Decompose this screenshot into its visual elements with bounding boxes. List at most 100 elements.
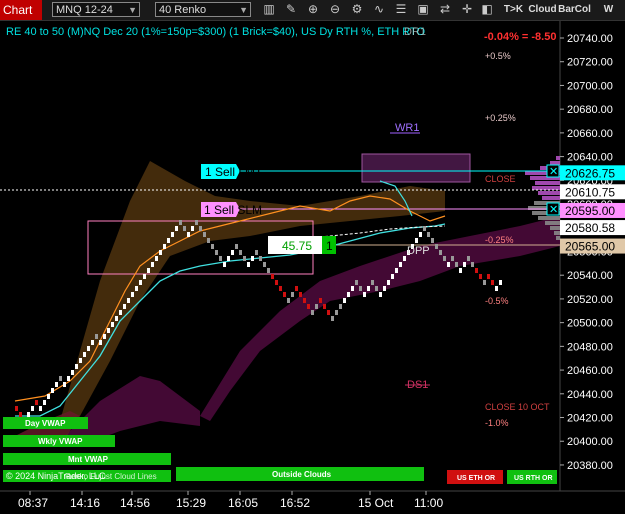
strategies-icon[interactable]: ☰ — [394, 2, 408, 17]
renko-brick — [215, 250, 218, 255]
renko-brick — [43, 400, 46, 405]
profile-bar — [550, 161, 560, 165]
renko-brick — [71, 370, 74, 375]
drawing-tools-icon[interactable]: ✎ — [284, 2, 298, 17]
bar-type-selector[interactable]: 40 Renko ▼ — [155, 2, 251, 17]
order-cancel-glyph: ✕ — [549, 204, 558, 216]
renko-brick — [163, 244, 166, 249]
renko-brick — [15, 406, 18, 411]
renko-brick — [223, 262, 226, 267]
renko-brick — [211, 244, 214, 249]
renko-brick — [311, 310, 314, 315]
crosshair-icon[interactable]: ✛ — [460, 2, 474, 17]
renko-brick — [487, 274, 490, 279]
renko-brick — [251, 256, 254, 261]
barcol-label: BarCol — [558, 4, 591, 15]
price-chart[interactable]: 20740.00 20720.00 20700.00 20680.00 20660.00… — [0, 21, 625, 514]
profile-bar — [556, 236, 560, 240]
renko-brick — [379, 292, 382, 297]
renko-brick — [359, 286, 362, 291]
us-rth-or-label: US RTH OR — [514, 475, 553, 482]
instrument-selector[interactable]: MNQ 12-24 ▼ — [52, 2, 140, 17]
cloud-button[interactable]: Cloud — [528, 1, 557, 18]
price-tick-label: 20460.00 — [567, 365, 613, 377]
renko-brick — [87, 346, 90, 351]
renko-brick — [103, 334, 106, 339]
renko-brick — [135, 286, 138, 291]
properties-icon[interactable]: ⚙ — [350, 2, 364, 17]
renko-brick — [463, 262, 466, 267]
price-tick-label: 20480.00 — [567, 341, 613, 353]
renko-brick — [351, 286, 354, 291]
renko-brick — [195, 220, 198, 225]
renko-brick — [335, 310, 338, 315]
renko-brick — [151, 262, 154, 267]
renko-brick — [75, 364, 78, 369]
us-eth-or-label: US ETH OR — [457, 475, 495, 482]
dr1-label: DR1 — [404, 26, 426, 38]
renko-brick — [299, 292, 302, 297]
renko-brick — [219, 256, 222, 261]
zoom-out-icon[interactable]: ⊖ — [328, 2, 342, 17]
renko-brick — [31, 406, 34, 411]
price-tick-label: 20640.00 — [567, 152, 613, 164]
price-tick-label: 20520.00 — [567, 294, 613, 306]
sell-limit-order[interactable]: 1 Sell LMT — [201, 164, 263, 179]
renko-brick — [19, 412, 22, 417]
renko-brick — [475, 268, 478, 273]
renko-brick — [171, 232, 174, 237]
mnt-vwap-label: Mnt VWAP — [68, 455, 109, 464]
renko-brick — [91, 340, 94, 345]
indicators-icon[interactable]: ∿ — [372, 2, 386, 17]
close-10-oct-label: CLOSE 10 OCT — [485, 402, 550, 412]
chart-toolbar: Chart MNQ 12-24 ▼ 40 Renko ▼ ▥ ✎ ⊕ ⊖ ⚙ ∿… — [0, 0, 625, 32]
renko-brick — [259, 256, 262, 261]
renko-brick — [147, 268, 150, 273]
position-qty: 1 — [326, 239, 333, 253]
renko-brick — [483, 280, 486, 285]
order-cancel-glyph: ✕ — [549, 166, 558, 178]
snapshot-icon[interactable]: ◧ — [480, 2, 494, 17]
time-tick-label: 08:37 — [18, 496, 48, 510]
profile-bar — [550, 226, 560, 230]
renko-brick — [435, 244, 438, 249]
renko-brick — [83, 352, 86, 357]
barcol-button[interactable]: BarCol — [558, 1, 591, 18]
bar-type-value: 40 Renko — [159, 4, 207, 16]
renko-brick — [419, 232, 422, 237]
renko-brick — [319, 298, 322, 303]
price-tick-label: 20700.00 — [567, 80, 613, 92]
w-vwap-button[interactable]: W VWAP — [592, 1, 625, 32]
t-k-button[interactable]: T>K — [500, 1, 527, 18]
data-box-icon[interactable]: ▣ — [416, 2, 430, 17]
time-tick-label: 14:56 — [120, 496, 150, 510]
bars-icon[interactable]: ▥ — [262, 2, 276, 17]
renko-brick — [35, 400, 38, 405]
renko-brick — [143, 274, 146, 279]
renko-brick — [51, 388, 54, 393]
cloud-label: Cloud — [528, 4, 557, 15]
renko-brick — [471, 262, 474, 267]
renko-brick — [399, 262, 402, 267]
profile-bar — [535, 181, 560, 185]
zoom-in-icon[interactable]: ⊕ — [306, 2, 320, 17]
chart-trader-icon[interactable]: ⇄ — [438, 2, 452, 17]
renko-brick — [283, 292, 286, 297]
position-marker[interactable]: 45.75 1 — [268, 236, 336, 254]
renko-brick — [479, 274, 482, 279]
time-tick-label: 14:16 — [70, 496, 100, 510]
renko-brick — [235, 244, 238, 249]
renko-brick — [455, 262, 458, 267]
profile-bar — [556, 156, 560, 160]
renko-brick — [491, 280, 494, 285]
renko-brick — [291, 292, 294, 297]
renko-brick — [467, 256, 470, 261]
ds1-label: DS1 — [407, 379, 428, 391]
renko-brick — [47, 394, 50, 399]
sell-stop-order[interactable]: 1 Sell SLM — [201, 202, 262, 217]
renko-brick — [459, 268, 462, 273]
wr1-label: WR1 — [395, 122, 419, 134]
outside-clouds-label: Outside Clouds — [272, 470, 332, 479]
price-marker-label: 20610.75 — [565, 185, 615, 199]
renko-brick — [127, 298, 130, 303]
